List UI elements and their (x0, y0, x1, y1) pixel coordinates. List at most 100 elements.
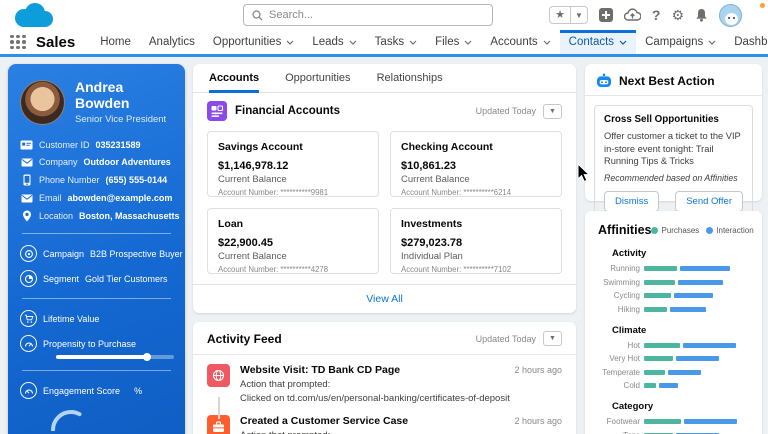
nav-tab-accounts[interactable]: Accounts (481, 30, 559, 54)
mouse-cursor (578, 164, 590, 182)
app-launcher-icon[interactable] (10, 35, 26, 50)
activity-item-website-visit[interactable]: Website Visit: TD Bank CD Page 2 hours a… (207, 364, 562, 404)
record-tabs: Accounts Opportunities Relationships (193, 64, 576, 93)
app-name[interactable]: Sales (36, 34, 75, 51)
chart-row: Temperate (598, 368, 749, 377)
search-input[interactable] (269, 9, 484, 21)
activity-feed-panel: Activity Feed Updated Today ▼ Website Vi… (193, 322, 576, 434)
nba-recommendation-card: Cross Sell Opportunities Offer customer … (594, 105, 753, 221)
global-search[interactable] (243, 4, 493, 26)
search-icon (252, 10, 263, 21)
field-customer-id: Customer ID 035231589 (20, 140, 173, 150)
legend-purchases-dot (651, 227, 658, 234)
chevron-down-icon (543, 40, 551, 45)
shopping-cart-icon (20, 310, 37, 327)
propensity-fill (56, 355, 147, 359)
section-title: Financial Accounts (235, 105, 340, 117)
favorites-control: ★ ▼ (549, 6, 588, 24)
user-avatar[interactable] (719, 4, 742, 27)
global-header: ★ ▼ ? ⚙ (0, 0, 768, 30)
envelope-icon (20, 194, 33, 203)
customer-profile-panel: Andrea Bowden Senior Vice President Cust… (8, 64, 185, 434)
nba-card-title: Cross Sell Opportunities (604, 114, 743, 125)
mobile-phone-icon (20, 174, 33, 186)
notification-dot (760, 3, 765, 8)
section-menu-button[interactable]: ▼ (543, 331, 562, 346)
activity-feed-title: Activity Feed (207, 332, 282, 346)
field-engagement: Engagement Score % (20, 382, 173, 399)
target-icon (20, 245, 37, 262)
divider (22, 298, 171, 299)
chevron-down-icon (409, 40, 417, 45)
account-card-checking[interactable]: Checking Account $10,861.23 Current Bala… (390, 131, 562, 197)
field-location: Location Boston, Massachusetts (20, 210, 173, 222)
quick-create-icon[interactable] (599, 8, 613, 22)
nav-tab-opportunities[interactable]: Opportunities (204, 30, 303, 54)
nav-tab-files[interactable]: Files (426, 30, 481, 54)
account-card-loan[interactable]: Loan $22,900.45 Current Balance Account … (207, 208, 379, 274)
activity-item-service-case[interactable]: Created a Customer Service Case 2 hours … (207, 415, 562, 434)
divider (22, 370, 171, 371)
updated-label: Updated Today (476, 106, 536, 116)
chart-row: Swimming (598, 278, 749, 287)
chart-row: Hiking (598, 305, 749, 314)
section-menu-button[interactable]: ▼ (543, 104, 562, 119)
setup-gear-icon[interactable]: ⚙ (671, 4, 684, 26)
nba-card-note: Recommended based on Affinities (604, 173, 743, 183)
dismiss-button[interactable]: Dismiss (604, 191, 659, 212)
field-company: Company Outdoor Adventures (20, 157, 173, 167)
account-card-investments[interactable]: Investments $279,023.78 Individual Plan … (390, 208, 562, 274)
map-pin-icon (20, 210, 33, 222)
avatar-face (725, 13, 738, 25)
view-all-link[interactable]: View All (193, 284, 576, 313)
nav-tab-tasks[interactable]: Tasks (366, 30, 426, 54)
favorites-dropdown-icon[interactable]: ▼ (571, 7, 587, 23)
einstein-bot-icon (596, 73, 612, 88)
timeline-connector (218, 397, 220, 419)
accounts-panel: Accounts Opportunities Relationships Fin… (193, 64, 576, 313)
tab-opportunities[interactable]: Opportunities (285, 64, 350, 92)
chevron-down-icon (464, 40, 472, 45)
next-best-action-panel: Next Best Action Cross Sell Opportunitie… (585, 64, 762, 201)
nav-tab-dashboards[interactable]: Dashboards (725, 30, 768, 54)
engagement-gauge-arc (48, 407, 94, 431)
affinities-panel: Affinities Purchases Interaction Activit… (585, 211, 762, 434)
guidance-cloud-icon[interactable] (624, 8, 641, 22)
nav-tab-contacts[interactable]: Contacts (560, 30, 636, 54)
nav-tab-analytics[interactable]: Analytics (140, 30, 204, 54)
help-icon[interactable]: ? (652, 4, 661, 26)
updated-label: Updated Today (476, 334, 536, 344)
divider (22, 233, 171, 234)
nav-tab-leads[interactable]: Leads (303, 30, 365, 54)
nav-tab-home[interactable]: Home (91, 30, 140, 54)
chart-row: Running (598, 264, 749, 273)
notifications-bell-icon[interactable] (695, 8, 708, 22)
chevron-down-icon (708, 40, 716, 45)
chart-row: Hot (598, 341, 749, 350)
nba-title: Next Best Action (619, 74, 715, 88)
chart-row: Cold (598, 381, 749, 390)
tab-accounts[interactable]: Accounts (209, 64, 259, 93)
propensity-knob[interactable] (143, 353, 151, 361)
favorites-star-icon[interactable]: ★ (550, 7, 571, 23)
affinity-group-activity: Activity Running Swimming Cycling Hiking (598, 248, 749, 314)
financial-account-cards: Savings Account $1,146,978.12 Current Ba… (193, 127, 576, 274)
chart-row: Cycling (598, 291, 749, 300)
app-navigation: Sales Home Analytics Opportunities Leads… (0, 30, 768, 57)
pie-chart-icon (20, 270, 37, 287)
send-offer-button[interactable]: Send Offer (675, 191, 743, 212)
legend-interaction-dot (706, 227, 713, 234)
nba-card-body: Offer customer a ticket to the VIP in-st… (604, 130, 743, 168)
salesforce-logo[interactable] (10, 2, 58, 30)
customer-title: Senior Vice President (75, 114, 173, 125)
account-card-savings[interactable]: Savings Account $1,146,978.12 Current Ba… (207, 131, 379, 197)
chevron-down-icon (619, 40, 627, 45)
propensity-slider[interactable] (56, 355, 174, 359)
id-card-icon (20, 140, 33, 150)
gauge-icon (20, 382, 37, 399)
field-phone: Phone Number (655) 555-0144 (20, 174, 173, 186)
nav-tab-campaigns[interactable]: Campaigns (636, 30, 725, 54)
chevron-down-icon (286, 40, 294, 45)
profile-photo[interactable] (20, 80, 65, 125)
tab-relationships[interactable]: Relationships (377, 64, 443, 92)
